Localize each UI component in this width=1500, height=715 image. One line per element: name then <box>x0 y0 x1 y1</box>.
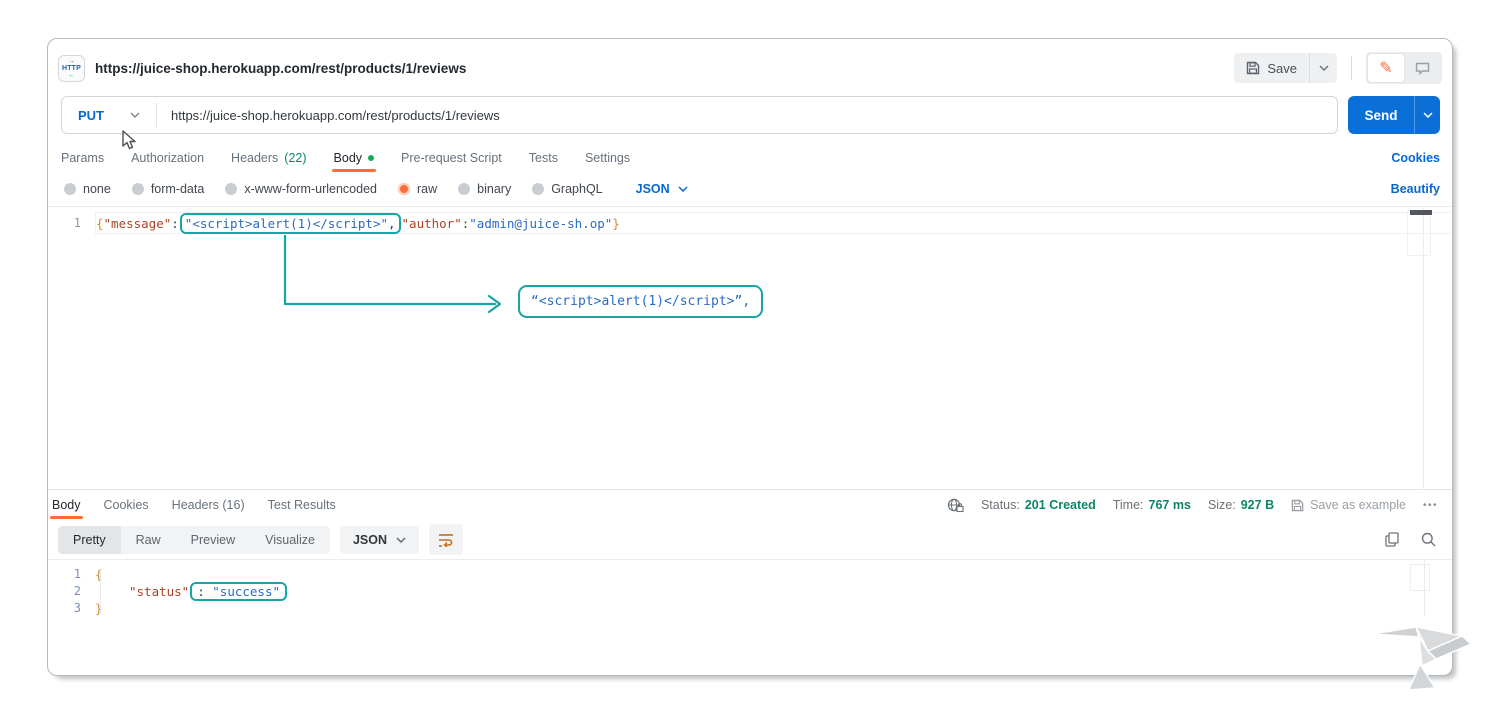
header-actions: Save ✎ <box>1234 52 1442 84</box>
xss-payload-callout: “<script>alert(1)</script>”, <box>518 285 763 318</box>
response-body-editor: 1 { 2 "status": "success" 3 } <box>48 559 1452 675</box>
headers-count: (22) <box>284 151 306 165</box>
response-language-selector[interactable]: JSON <box>340 526 419 554</box>
chevron-down-icon <box>1423 112 1433 118</box>
search-icon[interactable] <box>1421 532 1436 547</box>
response-meta: Status: 201 Created Time: 767 ms Size: 9… <box>947 498 1438 513</box>
response-scrollbar-track <box>1424 560 1425 616</box>
code-line-1: 1 {"message":"<script>alert(1)</script>"… <box>48 212 1452 234</box>
request-title: https://juice-shop.herokuapp.com/rest/pr… <box>95 61 466 76</box>
chevron-down-icon <box>678 186 688 192</box>
body-type-row: none form-data x-www-form-urlencoded raw… <box>64 178 1440 200</box>
response-line-1: 1 { <box>48 566 1452 583</box>
tab-settings[interactable]: Settings <box>585 151 630 165</box>
tab-headers[interactable]: Headers (22) <box>231 151 306 165</box>
send-button[interactable]: Send <box>1348 96 1440 134</box>
radio-x-www-form-urlencoded[interactable]: x-www-form-urlencoded <box>225 182 377 196</box>
indent-guide <box>100 570 101 614</box>
view-visualize[interactable]: Visualize <box>250 526 330 554</box>
cookies-link[interactable]: Cookies <box>1391 151 1440 165</box>
editor-overview-ruler[interactable] <box>1410 210 1432 215</box>
editor-scroll-area <box>1407 210 1431 256</box>
tab-body[interactable]: Body <box>334 151 375 165</box>
request-tab-header: → HTTP ← https://juice-shop.herokuapp.co… <box>58 45 1442 91</box>
unsaved-changes-dot <box>368 155 374 161</box>
tab-test-results[interactable]: Test Results <box>268 498 336 512</box>
url-box: PUT https://juice-shop.herokuapp.com/res… <box>61 96 1338 134</box>
xss-payload-highlight: "<script>alert(1)</script>", <box>180 213 401 234</box>
status-badge: Status: 201 Created <box>981 498 1096 512</box>
wrap-text-icon <box>438 532 454 547</box>
http-method-icon: → HTTP ← <box>58 55 85 82</box>
radio-form-data[interactable]: form-data <box>132 182 205 196</box>
url-input[interactable]: https://juice-shop.herokuapp.com/rest/pr… <box>157 108 500 123</box>
radio-icon <box>532 183 544 195</box>
radio-binary[interactable]: binary <box>458 182 511 196</box>
comment-icon <box>1415 62 1430 75</box>
response-view-switcher: Pretty Raw Preview Visualize <box>58 526 330 554</box>
tab-pre-request-script[interactable]: Pre-request Script <box>401 151 502 165</box>
pencil-icon: ✎ <box>1379 58 1392 78</box>
tab-response-cookies[interactable]: Cookies <box>104 498 149 512</box>
response-tabs: Body Cookies Headers (16) Test Results <box>52 498 336 512</box>
tab-response-body[interactable]: Body <box>52 498 81 512</box>
radio-icon <box>132 183 144 195</box>
save-button-label: Save <box>1267 61 1297 76</box>
view-raw[interactable]: Raw <box>121 526 176 554</box>
radio-icon <box>458 183 470 195</box>
response-line-3: 3 } <box>48 600 1452 617</box>
more-options-button[interactable]: ••• <box>1423 500 1438 511</box>
pane-toggle-group: ✎ <box>1366 52 1442 84</box>
size-badge: Size: 927 B <box>1208 498 1274 512</box>
send-options-caret[interactable] <box>1414 96 1440 134</box>
save-options-caret[interactable] <box>1309 53 1337 83</box>
chevron-down-icon <box>1319 65 1329 71</box>
view-preview[interactable]: Preview <box>176 526 250 554</box>
tab-tests[interactable]: Tests <box>529 151 558 165</box>
globe-lock-icon <box>947 498 964 513</box>
response-header: Body Cookies Headers (16) Test Results S… <box>48 489 1452 520</box>
tab-params[interactable]: Params <box>61 151 104 165</box>
copy-icon[interactable] <box>1385 532 1399 547</box>
response-line-2: 2 "status": "success" <box>48 583 1452 600</box>
method-selector[interactable]: PUT <box>62 97 156 133</box>
origami-bird-logo <box>1372 612 1472 700</box>
line-number: 1 <box>48 216 95 230</box>
tab-response-headers[interactable]: Headers (16) <box>172 498 245 512</box>
edit-pane-button[interactable]: ✎ <box>1368 54 1404 82</box>
chevron-down-icon <box>130 112 140 118</box>
postman-window: → HTTP ← https://juice-shop.herokuapp.co… <box>0 0 1500 715</box>
beautify-link[interactable]: Beautify <box>1391 182 1440 196</box>
request-tabs: Params Authorization Headers (22) Body P… <box>61 145 1440 171</box>
wrap-lines-button[interactable] <box>429 524 463 555</box>
radio-graphql[interactable]: GraphQL <box>532 182 602 196</box>
response-toolbar: Pretty Raw Preview Visualize JSON <box>48 521 1452 558</box>
body-language-selector[interactable]: JSON <box>636 182 688 196</box>
radio-none[interactable]: none <box>64 182 111 196</box>
radio-icon <box>225 183 237 195</box>
method-label: PUT <box>78 108 104 123</box>
success-status-highlight: : "success" <box>190 582 287 601</box>
editor-scrollbar-track <box>1423 207 1424 489</box>
mouse-cursor <box>120 130 138 152</box>
radio-icon <box>64 183 76 195</box>
request-panel-card: → HTTP ← https://juice-shop.herokuapp.co… <box>47 38 1453 676</box>
response-scroll-thumb[interactable] <box>1410 564 1430 591</box>
response-tools <box>1385 532 1436 547</box>
radio-selected-icon <box>398 183 410 195</box>
save-icon <box>1246 61 1260 75</box>
time-badge: Time: 767 ms <box>1113 498 1191 512</box>
comments-button[interactable] <box>1404 54 1440 82</box>
radio-raw[interactable]: raw <box>398 182 437 196</box>
tab-authorization[interactable]: Authorization <box>131 151 204 165</box>
header-divider <box>1351 56 1352 80</box>
save-button[interactable]: Save <box>1234 53 1337 83</box>
save-as-example-button[interactable]: Save as example <box>1291 498 1406 512</box>
request-body-editor[interactable]: 1 {"message":"<script>alert(1)</script>"… <box>48 206 1452 489</box>
request-url-row: PUT https://juice-shop.herokuapp.com/res… <box>61 96 1440 134</box>
save-icon <box>1291 499 1304 512</box>
view-pretty[interactable]: Pretty <box>58 526 121 554</box>
chevron-down-icon <box>396 537 406 543</box>
